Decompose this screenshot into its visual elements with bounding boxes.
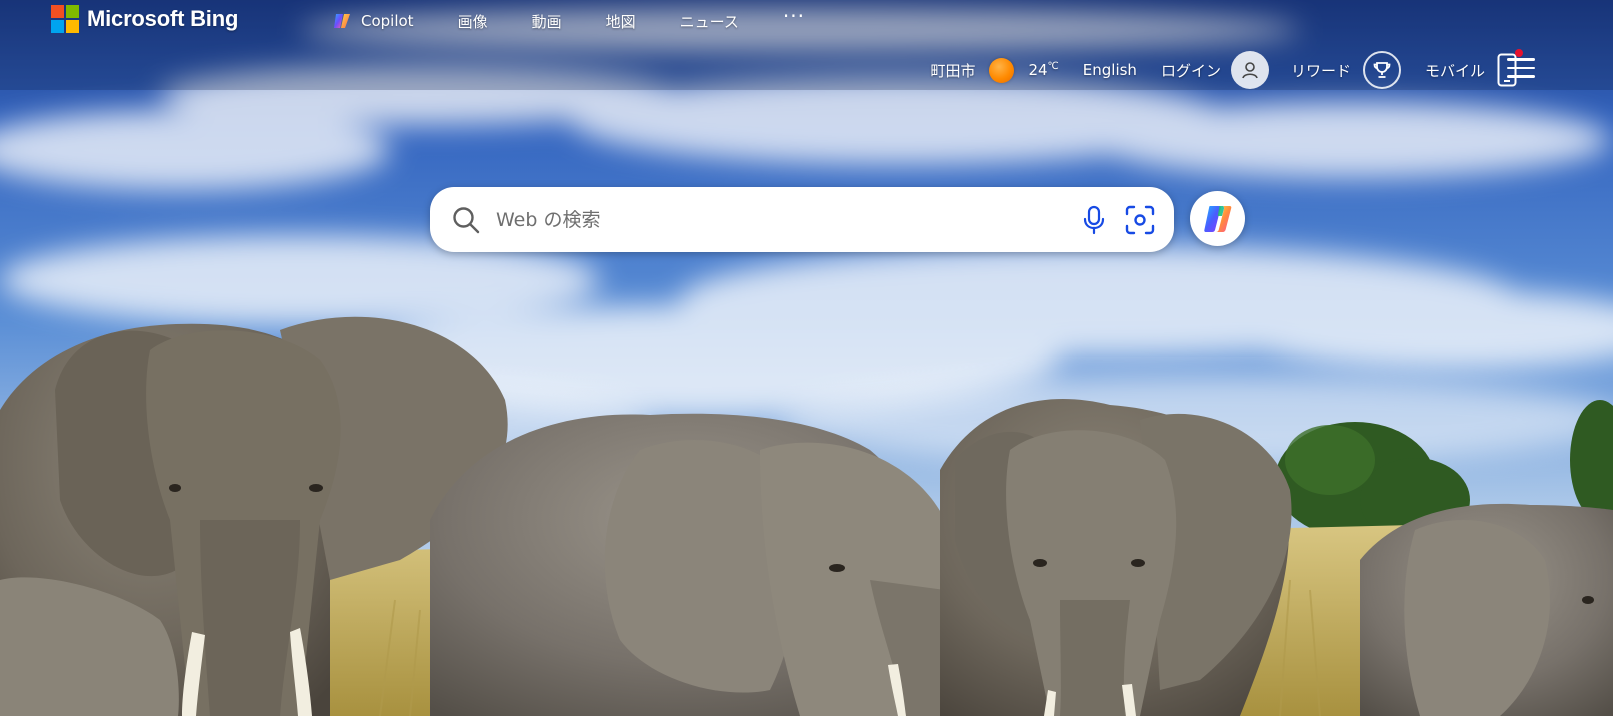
mobile-button[interactable]: モバイル (1424, 49, 1523, 87)
copilot-button[interactable] (1190, 191, 1245, 246)
bing-logo[interactable]: Microsoft Bing (51, 4, 238, 34)
nav-item-news[interactable]: ニュース (680, 11, 739, 32)
nav-item-label: 動画 (531, 12, 562, 31)
search-icon[interactable] (450, 204, 482, 236)
search-input[interactable] (494, 207, 1058, 232)
brand-name: Microsoft Bing (87, 6, 239, 31)
rewards-label: リワード (1290, 61, 1351, 80)
rewards-button[interactable]: リワード (1291, 51, 1401, 89)
header-right: 町田市 24℃ English ログイン リワード モバイル (930, 49, 1523, 90)
background-image (0, 0, 1613, 716)
nav-item-label: 画像 (457, 12, 488, 31)
nav-item-maps[interactable]: 地図 (606, 11, 636, 32)
temperature-unit: ℃ (1047, 61, 1059, 72)
sun-icon (989, 57, 1015, 83)
temperature: 24℃ (1028, 61, 1059, 79)
nav-item-images[interactable]: 画像 (458, 11, 488, 32)
language-switch-link[interactable]: English (1083, 61, 1137, 79)
copilot-icon (334, 14, 350, 28)
hamburger-menu-icon[interactable] (1507, 58, 1535, 82)
mobile-label: モバイル (1424, 61, 1485, 80)
notification-dot (1515, 49, 1523, 57)
top-nav: Copilot 画像 動画 地図 ニュース ··· (332, 4, 805, 34)
more-menu-button[interactable]: ··· (783, 4, 805, 28)
nav-item-copilot[interactable]: Copilot (332, 11, 414, 31)
nav-item-videos[interactable]: 動画 (532, 11, 562, 32)
login-button[interactable]: ログイン (1161, 51, 1269, 89)
microphone-icon[interactable] (1078, 203, 1110, 237)
location-label: 町田市 (930, 61, 976, 80)
login-label: ログイン (1160, 61, 1221, 80)
weather-widget[interactable]: 町田市 24℃ (930, 57, 1059, 83)
microsoft-logo-icon (51, 5, 79, 33)
nav-item-label: ニュース (679, 12, 739, 31)
visual-search-icon[interactable] (1122, 203, 1158, 237)
avatar-icon (1230, 51, 1269, 89)
nav-item-label: Copilot (361, 12, 414, 30)
copilot-icon (1203, 205, 1231, 232)
nav-item-label: 地図 (605, 12, 636, 31)
search-box (430, 187, 1174, 252)
trophy-icon (1362, 51, 1401, 89)
